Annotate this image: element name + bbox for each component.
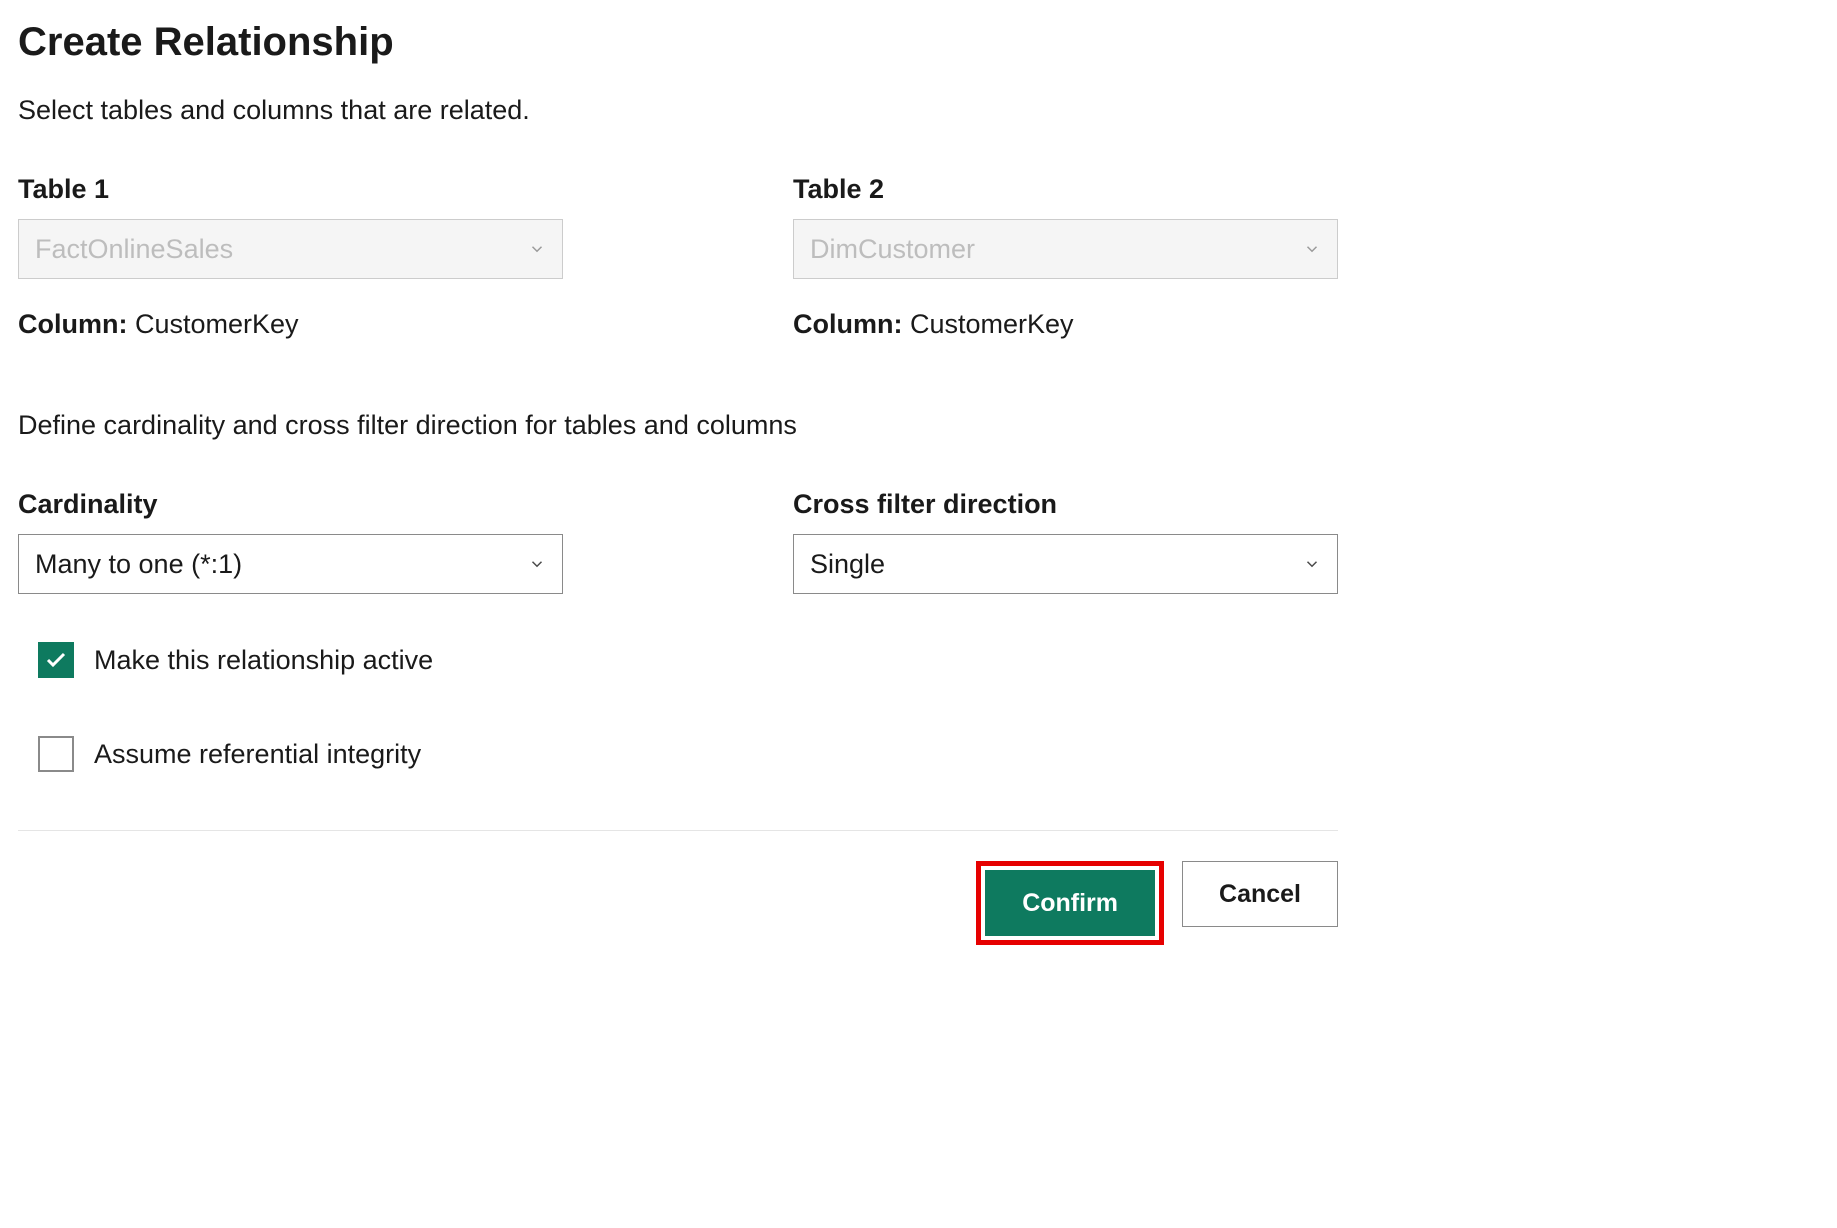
cancel-button[interactable]: Cancel [1182,861,1338,927]
table2-column-value: CustomerKey [910,309,1074,339]
referential-checkbox-row: Assume referential integrity [38,736,1338,772]
referential-checkbox-label: Assume referential integrity [94,739,421,770]
dialog-title: Create Relationship [18,20,1338,65]
chevron-down-icon [528,555,546,573]
table2-column-line: Column: CustomerKey [793,309,1338,340]
table2-select-value: DimCustomer [810,234,975,265]
referential-checkbox[interactable] [38,736,74,772]
confirm-button[interactable]: Confirm [985,870,1155,936]
dialog-subtitle: Select tables and columns that are relat… [18,95,1338,126]
cross-filter-select[interactable]: Single [793,534,1338,594]
table2-label: Table 2 [793,174,1338,205]
table1-select-value: FactOnlineSales [35,234,233,265]
cardinality-group: Cardinality Many to one (*:1) [18,489,563,594]
chevron-down-icon [528,240,546,258]
table1-group: Table 1 FactOnlineSales Column: Customer… [18,174,563,340]
table2-column-label: Column: [793,309,902,339]
cross-filter-select-value: Single [810,549,885,580]
table2-select[interactable]: DimCustomer [793,219,1338,279]
table2-group: Table 2 DimCustomer Column: CustomerKey [793,174,1338,340]
dialog-footer: Confirm Cancel [18,830,1338,945]
cross-filter-label: Cross filter direction [793,489,1338,520]
chevron-down-icon [1303,555,1321,573]
check-icon [44,648,68,672]
chevron-down-icon [1303,240,1321,258]
table1-column-value: CustomerKey [135,309,299,339]
active-checkbox-row: Make this relationship active [38,642,1338,678]
table1-column-label: Column: [18,309,127,339]
cardinality-label: Cardinality [18,489,563,520]
active-checkbox[interactable] [38,642,74,678]
cardinality-select[interactable]: Many to one (*:1) [18,534,563,594]
table1-select[interactable]: FactOnlineSales [18,219,563,279]
active-checkbox-label: Make this relationship active [94,645,433,676]
cardinality-select-value: Many to one (*:1) [35,549,242,580]
table1-label: Table 1 [18,174,563,205]
confirm-highlight: Confirm [976,861,1164,945]
cross-filter-group: Cross filter direction Single [793,489,1338,594]
table1-column-line: Column: CustomerKey [18,309,563,340]
cardinality-section-subtitle: Define cardinality and cross filter dire… [18,410,1338,441]
